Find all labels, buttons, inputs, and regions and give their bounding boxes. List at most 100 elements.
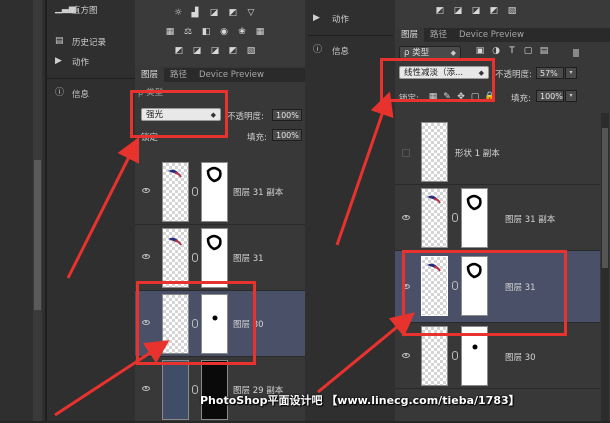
type-filter-icon[interactable]: T — [507, 46, 517, 56]
mask-stroke-icon — [206, 234, 222, 251]
tab-device-preview[interactable]: Device Preview — [193, 68, 270, 82]
layer-name[interactable]: 图层 30 — [505, 351, 536, 363]
opacity-field[interactable]: 100% — [272, 109, 302, 121]
gradient-map-icon[interactable]: ▧ — [246, 46, 256, 56]
visibility-eye-icon[interactable] — [402, 353, 410, 358]
dock-item-info[interactable]: 信息 — [72, 88, 89, 100]
layer-mask — [461, 188, 488, 248]
invert-icon[interactable]: ◩ — [174, 46, 184, 56]
highlight-layer-30-left — [136, 281, 256, 365]
visibility-eye-icon[interactable] — [142, 386, 150, 391]
filter-toggle[interactable] — [573, 49, 579, 57]
tab-paths[interactable]: 路径 — [164, 68, 193, 82]
bw-icon[interactable]: ◧ — [201, 27, 211, 37]
balance-icon[interactable]: ⚖ — [183, 27, 193, 37]
curves-icon[interactable]: ◪ — [209, 8, 219, 18]
dock-item-histogram[interactable]: 直方图 — [72, 4, 98, 16]
fill-stepper[interactable]: ▾ — [565, 90, 577, 102]
fill-field[interactable]: 100% — [536, 90, 564, 102]
link-chain-icon — [192, 385, 198, 394]
link-chain-icon — [192, 187, 198, 196]
opacity-label: 不透明度: — [495, 70, 532, 80]
histogram-icon[interactable]: ▁▃▅ — [55, 4, 76, 14]
history-icon[interactable]: ▤ — [55, 36, 67, 46]
link-chain-icon — [452, 213, 458, 222]
tab-paths[interactable]: 路径 — [424, 28, 453, 42]
left-dock-scroll-thumb[interactable] — [34, 160, 41, 310]
layer-mask — [201, 228, 228, 288]
fill-field[interactable]: 100% — [272, 129, 302, 141]
visibility-empty-box[interactable] — [402, 149, 410, 157]
feather-shape-icon — [168, 169, 182, 178]
feather-shape-icon — [427, 195, 441, 204]
highlight-layer-31-right — [402, 250, 567, 336]
layer-thumbnail — [421, 122, 448, 182]
left-dock: ▁▃▅ 直方图 ▤ 历史记录 ▶ 动作 ⓘ 信息 — [0, 0, 135, 421]
layer-thumbnail — [162, 360, 189, 420]
layers-tabbar-left: 图层 路径 Device Preview — [135, 68, 305, 82]
posterize-icon[interactable]: ◪ — [453, 6, 463, 16]
dock-item-actions[interactable]: 动作 — [72, 56, 89, 68]
levels-icon[interactable]: ▟ — [190, 8, 200, 18]
layers-scroll-thumb[interactable] — [602, 128, 608, 268]
layer-row[interactable]: 图层 29 副本 — [135, 357, 305, 423]
watermark-text: PhotoShop平面设计吧 【www.linecg.com/tieba/178… — [200, 394, 520, 407]
posterize-icon[interactable]: ◪ — [192, 46, 202, 56]
layer-name[interactable]: 图层 31 副本 — [233, 186, 283, 198]
hue-icon[interactable]: ▦ — [165, 27, 175, 37]
mask-stroke-icon — [466, 194, 482, 211]
selective-color-icon[interactable]: ◩ — [489, 6, 499, 16]
dock-separator — [308, 35, 393, 36]
layer-row[interactable]: 图层 31 副本 — [395, 185, 600, 251]
adjustments-panel-right: ◩ ◪ ◪ ◩ ▧ — [395, 0, 610, 28]
info-icon[interactable]: ⓘ — [313, 45, 325, 55]
layer-thumbnail — [162, 228, 189, 288]
invert-icon[interactable]: ◩ — [435, 6, 445, 16]
link-chain-icon — [192, 253, 198, 262]
highlight-blend-mode-right — [380, 58, 495, 102]
threshold-icon[interactable]: ◪ — [210, 46, 220, 56]
threshold-icon[interactable]: ◪ — [471, 6, 481, 16]
gradient-triangle-icon[interactable]: ▽ — [246, 8, 256, 18]
visibility-eye-icon[interactable] — [142, 188, 150, 193]
layer-row[interactable]: 形状 1 副本 — [395, 119, 600, 185]
fill-label: 填充: — [247, 133, 267, 143]
layers-tabbar-right: 图层 路径 Device Preview — [395, 28, 610, 42]
opacity-field[interactable]: 57% — [536, 67, 564, 79]
lookup-icon[interactable]: ▦ — [255, 27, 265, 37]
link-chain-icon — [452, 351, 458, 360]
layer-thumbnail — [162, 162, 189, 222]
adjust-filter-icon[interactable]: ◑ — [491, 46, 501, 56]
layer-mask — [201, 360, 228, 420]
pixel-filter-icon[interactable]: ▣ — [475, 46, 485, 56]
info-icon[interactable]: ⓘ — [55, 88, 67, 98]
selective-color-icon[interactable]: ◩ — [228, 46, 238, 56]
dock-item-actions[interactable]: 动作 — [332, 13, 349, 25]
photo-filter-icon[interactable]: ◉ — [219, 27, 229, 37]
layer-name[interactable]: 图层 31 副本 — [505, 213, 555, 225]
layer-name[interactable]: 图层 31 — [233, 252, 264, 264]
dock-item-info[interactable]: 信息 — [332, 45, 349, 57]
tab-layers[interactable]: 图层 — [135, 68, 165, 82]
dock-item-history[interactable]: 历史记录 — [72, 36, 106, 48]
layer-thumbnail — [421, 188, 448, 248]
gradient-map-icon[interactable]: ▧ — [507, 6, 517, 16]
left-dock-divider — [45, 0, 47, 421]
mixer-icon[interactable]: ❀ — [237, 27, 247, 37]
layer-name[interactable]: 形状 1 副本 — [455, 147, 500, 159]
opacity-label: 不透明度: — [227, 112, 264, 122]
exposure-icon[interactable]: ◩ — [228, 8, 238, 18]
tab-device-preview[interactable]: Device Preview — [453, 28, 530, 42]
layer-row[interactable]: 图层 31 副本 — [135, 159, 305, 225]
tab-layers[interactable]: 图层 — [395, 28, 425, 42]
shape-filter-icon[interactable]: ▢ — [523, 46, 533, 56]
layer-mask — [201, 162, 228, 222]
visibility-eye-icon[interactable] — [402, 215, 410, 220]
adjustments-panel: ☼ ▟ ◪ ◩ ▽ ▦ ⚖ ◧ ◉ ❀ ▦ ◩ ◪ ◪ ◩ ▧ — [135, 0, 305, 66]
opacity-stepper[interactable]: ▾ — [565, 67, 577, 79]
smart-filter-icon[interactable]: ▤ — [539, 46, 549, 56]
play-icon[interactable]: ▶ — [313, 13, 325, 23]
brightness-icon[interactable]: ☼ — [173, 8, 183, 18]
visibility-eye-icon[interactable] — [142, 254, 150, 259]
play-icon[interactable]: ▶ — [55, 56, 67, 66]
